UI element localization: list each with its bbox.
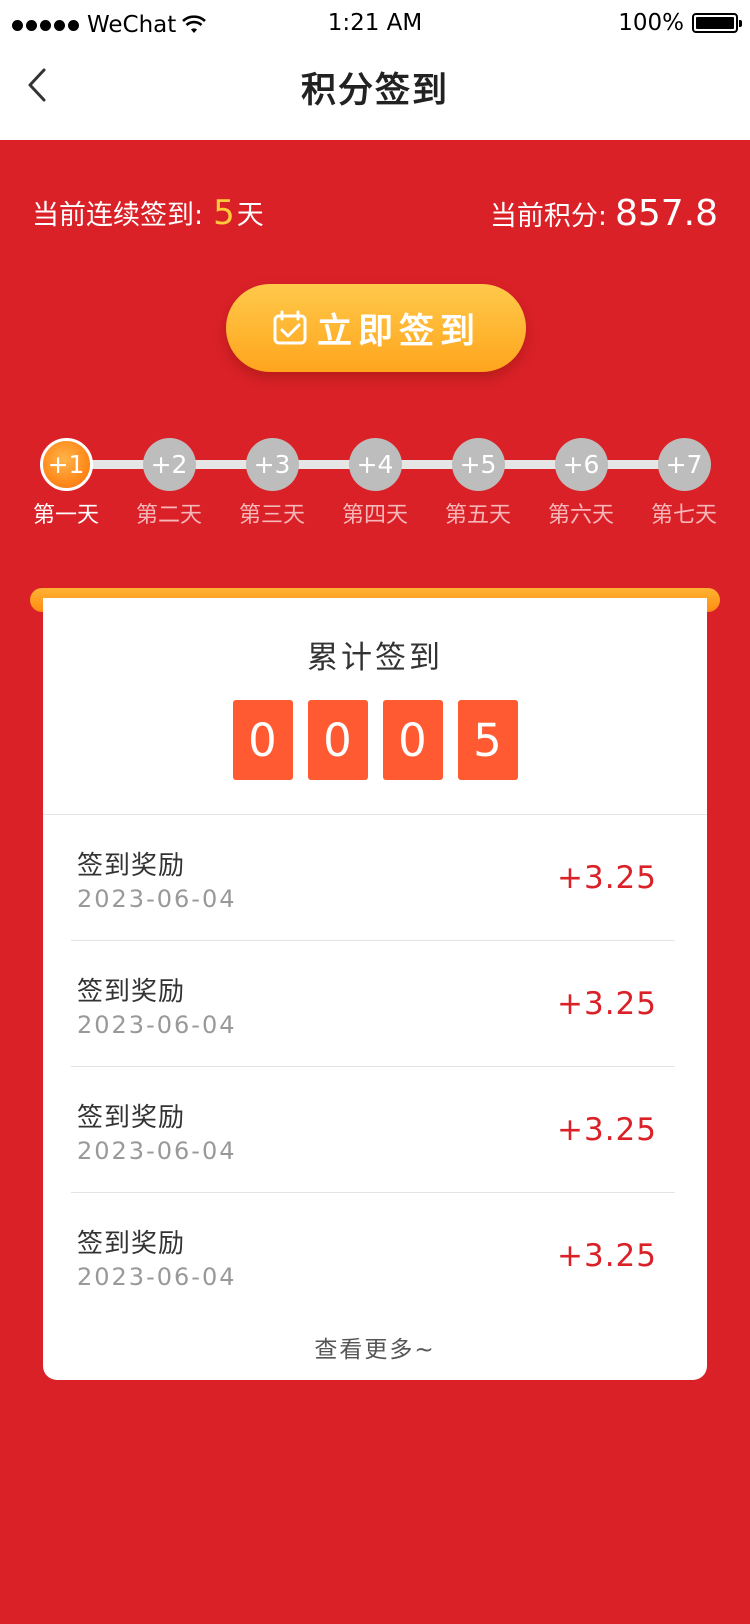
day-label: 第一天 bbox=[32, 503, 99, 528]
list-item: 签到奖励 2023-06-04 +3.25 bbox=[71, 1193, 675, 1319]
record-title: 签到奖励 bbox=[77, 977, 186, 1007]
day-marker-2: +2 第二天 bbox=[118, 438, 221, 529]
card-title: 累计签到 bbox=[307, 640, 443, 676]
total-counter: 0 0 0 5 bbox=[43, 700, 707, 780]
sign-in-label: 立即签到 bbox=[316, 311, 481, 352]
day-bonus-badge: +5 bbox=[451, 438, 505, 491]
day-bonus-badge: +4 bbox=[348, 438, 402, 491]
day-label: 第七天 bbox=[650, 503, 717, 528]
list-item: 签到奖励 2023-06-04 +3.25 bbox=[71, 815, 675, 941]
record-date: 2023-06-04 bbox=[77, 1263, 237, 1291]
status-bar: WeChat 1:21 AM 100% bbox=[0, 0, 750, 50]
day-bonus-badge: +1 bbox=[39, 438, 93, 491]
day-marker-4: +4 第四天 bbox=[324, 438, 427, 529]
sign-in-button[interactable]: 立即签到 bbox=[226, 284, 526, 372]
record-title: 签到奖励 bbox=[77, 851, 186, 881]
record-amount: +3.25 bbox=[557, 1112, 657, 1148]
view-more-link[interactable]: 查看更多~ bbox=[43, 1330, 707, 1364]
record-date: 2023-06-04 bbox=[77, 1137, 237, 1165]
streak-unit: 天 bbox=[236, 200, 264, 231]
day-marker-5: +5 第五天 bbox=[427, 438, 530, 529]
points-value: 857.8 bbox=[614, 192, 718, 234]
sign-stats: 当前连续签到: 5 天 当前积分: 857.8 bbox=[32, 190, 718, 236]
page-title: 积分签到 bbox=[300, 71, 449, 111]
day-bonus-badge: +2 bbox=[142, 438, 196, 491]
counter-digit: 0 bbox=[232, 700, 293, 780]
record-title: 签到奖励 bbox=[77, 1229, 186, 1259]
day-marker-7: +7 第七天 bbox=[633, 438, 736, 529]
streak-value: 5 bbox=[213, 193, 235, 233]
day-marker-6: +6 第六天 bbox=[530, 438, 633, 529]
list-item: 签到奖励 2023-06-04 +3.25 bbox=[71, 1067, 675, 1193]
counter-digit: 0 bbox=[382, 700, 443, 780]
day-label: 第二天 bbox=[135, 503, 202, 528]
record-date: 2023-06-04 bbox=[77, 1011, 237, 1039]
status-bar-right: 100% bbox=[618, 10, 742, 36]
day-bonus-badge: +3 bbox=[245, 438, 299, 491]
streak-info: 当前连续签到: 5 天 bbox=[32, 193, 264, 233]
battery-percent: 100% bbox=[618, 10, 684, 36]
weekly-progress: +1 第一天 +2 第二天 +3 第三天 +4 第四天 +5 第五天 +6 第六天 +7 第七天 bbox=[33, 438, 717, 529]
counter-digit: 5 bbox=[457, 700, 518, 780]
points-label: 当前积分: bbox=[489, 200, 607, 232]
list-item: 签到奖励 2023-06-04 +3.25 bbox=[71, 941, 675, 1067]
day-label: 第五天 bbox=[444, 503, 511, 528]
points-info: 当前积分: 857.8 bbox=[490, 193, 718, 234]
nav-bar: 积分签到 bbox=[0, 50, 750, 140]
record-list: 签到奖励 2023-06-04 +3.25 签到奖励 2023-06-04 +3… bbox=[71, 815, 675, 1319]
day-label: 第四天 bbox=[341, 503, 408, 528]
record-title: 签到奖励 bbox=[77, 1103, 186, 1133]
record-amount: +3.25 bbox=[557, 1238, 657, 1274]
record-amount: +3.25 bbox=[557, 860, 657, 896]
sign-record-card: 累计签到 0 0 0 5 签到奖励 2023-06-04 +3.25 签到奖励 … bbox=[43, 598, 707, 1380]
day-bonus-badge: +6 bbox=[554, 438, 608, 491]
day-marker-3: +3 第三天 bbox=[221, 438, 324, 529]
record-date: 2023-06-04 bbox=[77, 885, 237, 913]
record-amount: +3.25 bbox=[557, 986, 657, 1022]
battery-icon bbox=[692, 13, 742, 33]
day-marker-1: +1 第一天 bbox=[15, 438, 118, 529]
counter-digit: 0 bbox=[307, 700, 368, 780]
streak-label: 当前连续签到: bbox=[32, 200, 204, 231]
day-bonus-badge: +7 bbox=[657, 438, 711, 491]
day-label: 第三天 bbox=[238, 503, 305, 528]
calendar-check-icon bbox=[273, 310, 307, 345]
day-label: 第六天 bbox=[547, 503, 614, 528]
